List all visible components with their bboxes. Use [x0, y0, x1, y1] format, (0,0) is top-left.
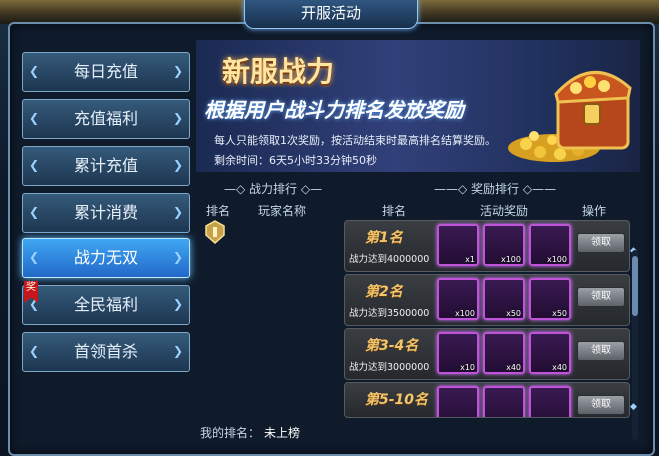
- sidebar-item-label: 累计消费: [73, 203, 138, 222]
- my-rank-value: 未上榜: [264, 426, 301, 440]
- sidebar-item-boss-first-kill[interactable]: ❮ 首领首杀 ❯: [22, 332, 190, 372]
- green-gem-icon[interactable]: [529, 386, 571, 417]
- col-header-rank: 排名: [206, 204, 231, 218]
- remaining-time: 剩余时间：6天5小时33分钟50秒: [214, 152, 377, 168]
- item-count: x50: [506, 309, 521, 318]
- item-count: x100: [454, 309, 475, 318]
- col-header-reward: 活动奖励: [480, 204, 529, 218]
- claim-button[interactable]: 领取: [577, 395, 625, 415]
- reward-ranking-section: ——◇ 奖励排行 ◇——: [434, 180, 556, 197]
- event-banner: 新服战力 根据用户战斗力排名发放奖励 每人只能领取1次奖励，按活动结束时最高排名…: [196, 40, 640, 172]
- orange-shield-icon[interactable]: x10: [437, 332, 479, 374]
- banner-title: 新服战力: [222, 55, 335, 88]
- gold-gem-icon[interactable]: x40: [483, 332, 525, 374]
- reward-requirement: 战力达到3500000: [349, 308, 430, 319]
- chevron-left-icon: ❮: [29, 158, 40, 172]
- item-count: x1: [465, 255, 475, 264]
- chevron-left-icon: ❮: [29, 205, 40, 219]
- divider-ornament-icon: —◇: [224, 182, 250, 196]
- sidebar-item-label: 每日充值: [73, 62, 138, 81]
- reward-row-2: 第2名 战力达到3500000 x100 x50 x50 领取: [344, 274, 630, 326]
- window-title: 开服活动: [300, 4, 361, 22]
- claim-button[interactable]: 领取: [577, 287, 625, 307]
- reward-rank-label: 第1名: [365, 230, 403, 246]
- sidebar-item-cumulative-recharge[interactable]: ❮ 累计充值 ❯: [22, 146, 190, 186]
- sidebar-item-label: 全民福利: [73, 295, 138, 314]
- hero-portrait-icon[interactable]: x1: [437, 224, 479, 266]
- green-gem-icon[interactable]: x50: [529, 278, 571, 320]
- sidebar-item-label: 充值福利: [73, 109, 138, 128]
- reward-rank-label: 第2名: [365, 284, 403, 300]
- scrollbar-thumb[interactable]: [632, 256, 638, 316]
- treasure-chest-icon: [508, 71, 632, 162]
- item-count: x40: [552, 363, 567, 372]
- remaining-time-label: 剩余时间：: [214, 154, 269, 167]
- reward-rank-label: 第5-10名: [365, 392, 429, 408]
- sidebar-item-power-ranking[interactable]: ❮ 战力无双 ❯: [22, 238, 190, 278]
- item-count: x40: [506, 363, 521, 372]
- reward-rank-label: 第3-4名: [365, 338, 419, 354]
- col-header-player: 玩家名称: [258, 204, 307, 218]
- banner-description: 每人只能领取1次奖励，按活动结束时最高排名结算奖励。: [214, 134, 496, 147]
- sidebar-item-label: 战力无双: [73, 248, 138, 267]
- divider-ornament-icon: ◇—: [297, 182, 323, 196]
- sidebar-item-recharge-welfare[interactable]: ❮ 充值福利 ❯: [22, 99, 190, 139]
- chevron-right-icon: ❯: [173, 205, 184, 219]
- chevron-right-icon: ❯: [173, 158, 184, 172]
- my-rank-label: 我的排名：: [200, 426, 261, 440]
- game-frame: 开服活动 ❮ 每日充值 ❯ ❮ 充值福利 ❯ ❮ 累计充值 ❯ ❮ 累计消费 ❯…: [0, 0, 659, 456]
- sidebar-item-daily-recharge[interactable]: ❮ 每日充值 ❯: [22, 52, 190, 92]
- chevron-left-icon: ❮: [29, 111, 40, 125]
- gold-gem-icon[interactable]: x50: [483, 278, 525, 320]
- sidebar-item-label: 首领首杀: [73, 342, 138, 361]
- gold-gem-icon[interactable]: [483, 386, 525, 417]
- chevron-right-icon: ❯: [173, 111, 184, 125]
- col-header-action: 操作: [582, 204, 607, 218]
- sidebar: ❮ 每日充值 ❯ ❮ 充值福利 ❯ ❮ 累计充值 ❯ ❮ 累计消费 ❯ ❮ 战力…: [12, 40, 190, 448]
- divider-ornament-icon: ——◇: [434, 182, 472, 196]
- reward-row-4: 第5-10名 领取: [344, 382, 630, 418]
- remaining-time-value: 6天5小时33分钟50秒: [269, 154, 377, 167]
- chevron-right-icon: ❯: [173, 344, 184, 358]
- reward-row-3: 第3-4名 战力达到3000000 x10 x40 x40 领取: [344, 328, 630, 380]
- scroll-down-icon[interactable]: ◆: [630, 402, 637, 412]
- rank-medal-icon: [205, 220, 225, 244]
- sidebar-item-cumulative-spend[interactable]: ❮ 累计消费 ❯: [22, 193, 190, 233]
- item-count: x50: [552, 309, 567, 318]
- reward-requirement: 战力达到4000000: [349, 254, 430, 265]
- window-title-plate: 开服活动: [244, 0, 418, 29]
- my-rank: 我的排名： 未上榜: [200, 424, 300, 441]
- chevron-right-icon: ❯: [173, 250, 184, 264]
- chevron-right-icon: ❯: [173, 64, 184, 78]
- sidebar-item-label: 累计充值: [73, 156, 138, 175]
- item-count: x100: [500, 255, 521, 264]
- green-gem-icon[interactable]: x40: [529, 332, 571, 374]
- red-armor-icon[interactable]: [437, 386, 479, 417]
- gold-gem-icon[interactable]: x100: [483, 224, 525, 266]
- red-book-icon[interactable]: x100: [437, 278, 479, 320]
- reward-row-1: 第1名 战力达到4000000 x1 x100 x100 领取: [344, 220, 630, 272]
- chevron-left-icon: ❮: [29, 64, 40, 78]
- col-header-reward-rank: 排名: [382, 204, 407, 218]
- power-ranking-section: —◇ 战力排行 ◇—: [224, 180, 322, 197]
- chevron-left-icon: ❮: [29, 344, 40, 358]
- reward-requirement: 战力达到3000000: [349, 362, 430, 373]
- chevron-right-icon: ❯: [173, 297, 184, 311]
- item-count: x10: [460, 363, 475, 372]
- green-gem-icon[interactable]: x100: [529, 224, 571, 266]
- sidebar-item-all-welfare[interactable]: ❮ 全民福利 ❯: [22, 285, 190, 325]
- item-count: x100: [546, 255, 567, 264]
- banner-subtitle: 根据用户战斗力排名发放奖励: [204, 98, 464, 122]
- claim-button[interactable]: 领取: [577, 341, 625, 361]
- power-ranking-title: 战力排行: [249, 182, 298, 196]
- claim-button[interactable]: 领取: [577, 233, 625, 253]
- divider-ornament-icon: ◇——: [519, 182, 557, 196]
- reward-ranking-title: 奖励排行: [471, 182, 520, 196]
- chevron-left-icon: ❮: [29, 250, 40, 264]
- main-panel: 新服战力 根据用户战斗力排名发放奖励 每人只能领取1次奖励，按活动结束时最高排名…: [196, 40, 646, 448]
